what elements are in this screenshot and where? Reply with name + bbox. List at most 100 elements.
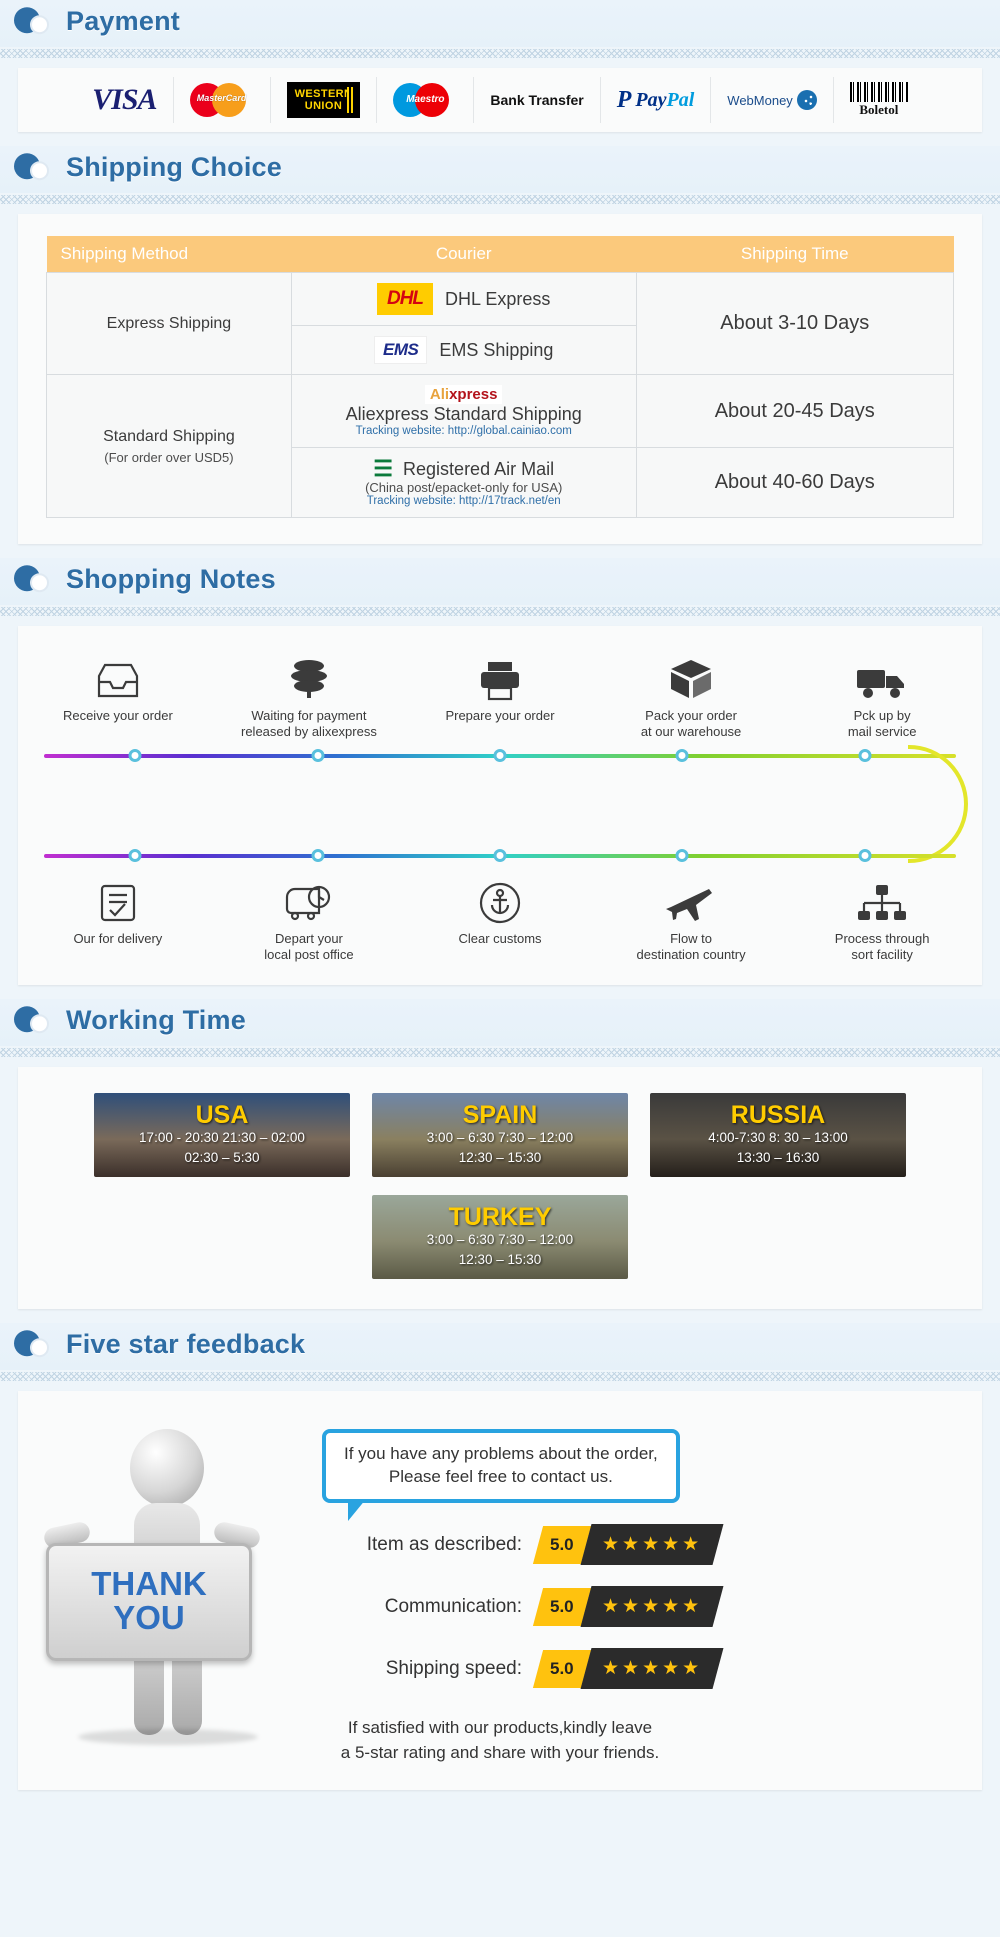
rating-stars: ★★★★★	[580, 1524, 724, 1566]
working-time-card-russia: RUSSIA 4:00-7:30 8: 30 – 13:00 13:30 – 1…	[650, 1093, 906, 1177]
boleto-icon: Boletol	[849, 82, 908, 118]
airplane-icon	[607, 873, 775, 925]
courier-name: Aliexpress Standard Shipping	[345, 404, 582, 424]
bullet-icon	[14, 564, 54, 593]
step-label: Prepare your order	[445, 708, 555, 723]
timeline-step: Receive your order	[34, 650, 202, 741]
country-name: USA	[195, 1100, 249, 1129]
section-header-shipping: Shipping Choice	[0, 146, 1000, 193]
divider-zigzag	[0, 195, 1000, 204]
bullet-icon	[14, 6, 54, 35]
working-hours-line-1: 17:00 - 20:30 21:30 – 02:00	[139, 1129, 305, 1145]
method-name: Standard Shipping	[103, 427, 235, 445]
courier-sub: (China post/epacket-only for USA)	[365, 480, 563, 495]
step-label: Our for delivery	[73, 930, 163, 946]
cell-shipping-method: Standard Shipping (For order over USD5)	[46, 374, 292, 518]
feedback-panel: THANK YOU If you have any problems about…	[18, 1391, 982, 1790]
package-box-icon	[607, 650, 775, 702]
payment-method-mastercard: MasterCard	[174, 77, 271, 123]
truck-clock-icon	[225, 873, 393, 925]
step-label: Pack your order at our warehouse	[640, 708, 742, 740]
step-label: Receive your order	[62, 708, 173, 723]
cell-courier-ems: EMS EMS Shipping	[290, 325, 637, 375]
timeline-row-top: Receive your order Waiting for payment r…	[34, 650, 966, 741]
thank-you-mascot: THANK YOU	[18, 1411, 318, 1745]
working-time-card-spain: SPAIN 3:00 – 6:30 7:30 – 12:00 12:30 – 1…	[372, 1093, 628, 1177]
country-name: RUSSIA	[730, 1100, 826, 1129]
country-name: TURKEY	[448, 1202, 552, 1231]
rating-label: Item as described:	[366, 1533, 522, 1555]
checklist-icon	[34, 873, 202, 925]
western-union-icon: WESTERN UNION	[286, 82, 361, 118]
cell-courier-aliexpress: Alixpress Aliexpress Standard Shipping T…	[290, 374, 637, 448]
bullet-icon	[14, 1329, 54, 1358]
inbox-tray-icon	[34, 650, 202, 702]
working-hours-line-2: 02:30 – 5:30	[184, 1150, 260, 1166]
payment-methods-strip: VISA MasterCard WESTERN UNION Maestro Ba…	[18, 68, 982, 132]
rating-stars: ★★★★★	[580, 1648, 724, 1690]
column-header-courier: Courier	[291, 236, 637, 273]
working-time-card-usa: USA 17:00 - 20:30 21:30 – 02:00 02:30 – …	[94, 1093, 350, 1177]
working-hours-line-2: 12:30 – 15:30	[458, 1252, 542, 1268]
contact-us-bubble: If you have any problems about the order…	[322, 1429, 680, 1521]
cell-shipping-method: Express Shipping	[46, 272, 292, 375]
divider-zigzag	[0, 49, 1000, 58]
aliexpress-logo-icon: Alixpress	[424, 385, 503, 404]
section-header-payment: Payment	[0, 0, 1000, 47]
table-row: Express Shipping DHL DHL Express About 3…	[46, 272, 955, 375]
rating-row-communication: Communication: 5.0 ★★★★★	[318, 1586, 982, 1628]
timeline-connector-bottom	[44, 845, 956, 867]
sign-line-1: THANK	[91, 1565, 207, 1603]
timeline-step: Flow to destination country	[607, 873, 775, 964]
column-header-time: Shipping Time	[636, 236, 954, 273]
shopping-notes-panel: Receive your order Waiting for payment r…	[18, 626, 982, 985]
timeline-step: Process through sort facility	[798, 873, 966, 964]
step-label: Flow to destination country	[636, 930, 746, 962]
cell-shipping-time: About 40-60 Days	[635, 447, 955, 518]
page-title-working-time: Working Time	[66, 1005, 246, 1035]
dhl-logo-icon: DHL	[376, 283, 434, 315]
working-time-card-turkey: TURKEY 3:00 – 6:30 7:30 – 12:00 12:30 – …	[372, 1195, 628, 1279]
page-title-feedback: Five star feedback	[66, 1329, 306, 1359]
cell-courier-registered-air-mail: ☰ Registered Air Mail (China post/epacke…	[290, 447, 637, 518]
section-header-working-time: Working Time	[0, 999, 1000, 1046]
product-description-page: Payment VISA MasterCard WESTERN UNION Ma…	[0, 0, 1000, 1790]
step-label: Depart your local post office	[264, 930, 354, 962]
working-time-grid: USA 17:00 - 20:30 21:30 – 02:00 02:30 – …	[18, 1093, 982, 1279]
timeline-step: Waiting for payment released by alixexpr…	[225, 650, 393, 741]
divider-zigzag	[0, 1048, 1000, 1057]
courier-name: Registered Air Mail	[403, 458, 555, 479]
table-header-row: Shipping Method Courier Shipping Time	[46, 236, 954, 273]
rating-label: Communication:	[384, 1595, 522, 1617]
anchor-circle-icon	[416, 873, 584, 925]
mastercard-icon: MasterCard	[189, 81, 254, 119]
page-title-shipping: Shipping Choice	[66, 152, 282, 182]
china-post-logo-icon: ☰	[373, 456, 394, 481]
payment-method-maestro: Maestro	[377, 77, 475, 123]
webmoney-icon: WebMoney	[727, 90, 817, 110]
timeline-step: Pack your order at our warehouse	[607, 650, 775, 741]
tracking-website-link[interactable]: Tracking website: http://17track.net/en	[300, 495, 628, 507]
cell-shipping-time: About 20-45 Days	[635, 374, 955, 448]
divider-zigzag	[0, 1372, 1000, 1381]
thank-you-sign: THANK YOU	[46, 1543, 252, 1661]
table-row: Standard Shipping (For order over USD5) …	[46, 374, 955, 518]
section-header-notes: Shopping Notes	[0, 558, 1000, 605]
cell-shipping-time: About 3-10 Days	[635, 272, 955, 375]
ems-logo-icon: EMS	[373, 336, 428, 364]
section-header-feedback: Five star feedback	[0, 1323, 1000, 1370]
bank-transfer-icon: Bank Transfer	[490, 92, 584, 108]
timeline-connector-top	[44, 744, 968, 863]
step-label: Clear customs	[458, 930, 542, 946]
bullet-icon	[14, 1005, 54, 1034]
tracking-website-link[interactable]: Tracking website: http://global.cainiao.…	[300, 425, 628, 437]
step-label: Pck up by mail service	[847, 708, 917, 740]
rating-row-shipping-speed: Shipping speed: 5.0 ★★★★★	[318, 1648, 982, 1690]
page-title-notes: Shopping Notes	[66, 564, 276, 594]
sort-facility-icon	[798, 873, 966, 925]
timeline-step: Clear customs	[416, 873, 584, 964]
payment-method-boleto: Boletol	[834, 77, 924, 123]
payment-method-western-union: WESTERN UNION	[271, 77, 378, 123]
step-label: Waiting for payment released by alixexpr…	[241, 708, 377, 740]
sign-line-2: YOU	[113, 1599, 185, 1637]
